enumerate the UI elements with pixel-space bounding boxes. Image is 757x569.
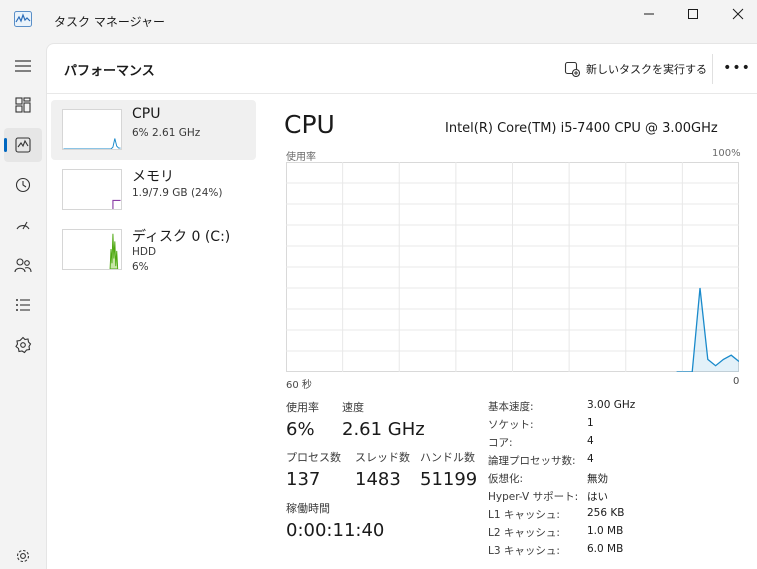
close-icon xyxy=(732,8,744,20)
spec-value: 6.0 MB xyxy=(587,543,624,555)
performance-icon xyxy=(15,137,31,153)
more-options-button[interactable]: ••• xyxy=(723,56,751,80)
gear-icon xyxy=(16,549,30,563)
spec-value: 3.00 GHz xyxy=(587,399,636,411)
run-new-task-label: 新しいタスクを実行する xyxy=(586,63,707,76)
resource-name: メモリ xyxy=(132,169,174,185)
handles-value: 51199 xyxy=(420,469,478,490)
maximize-button[interactable] xyxy=(670,0,716,28)
nav-startup[interactable] xyxy=(4,208,42,242)
app-history-icon xyxy=(15,177,31,193)
main-panel: パフォーマンス 新しいタスクを実行する ••• CPU 6% 2.61 GHz … xyxy=(46,43,757,569)
minimize-icon xyxy=(644,13,654,15)
spec-label: コア: xyxy=(488,437,513,449)
uptime-value: 0:00:11:40 xyxy=(286,520,385,541)
page-title: パフォーマンス xyxy=(64,64,155,79)
resource-item-disk[interactable]: ディスク 0 (C:) HDD 6% xyxy=(51,220,256,280)
resource-name: CPU xyxy=(132,106,161,122)
spec-value: 4 xyxy=(587,453,594,465)
navigation-rail xyxy=(0,43,46,569)
cpu-model: Intel(R) Core(TM) i5-7400 CPU @ 3.00GHz xyxy=(445,121,718,136)
memory-mini-graph xyxy=(62,169,122,210)
spec-value: 1.0 MB xyxy=(587,525,624,537)
spec-label: Hyper-V サポート: xyxy=(488,491,579,503)
speed-value: 2.61 GHz xyxy=(342,419,425,440)
hamburger-menu-button[interactable] xyxy=(4,49,42,83)
nav-app-history[interactable] xyxy=(4,168,42,202)
nav-performance[interactable] xyxy=(4,128,42,162)
window-title: タスク マネージャー xyxy=(54,15,165,29)
minimize-button[interactable] xyxy=(626,0,672,28)
resource-detail: 6% xyxy=(132,261,149,273)
threads-label: スレッド数 xyxy=(355,451,410,464)
spec-label: 仮想化: xyxy=(488,473,524,485)
selection-indicator xyxy=(4,138,7,152)
resource-item-memory[interactable]: メモリ 1.9/7.9 GB (24%) xyxy=(51,160,256,220)
resource-type: HDD xyxy=(132,246,157,258)
run-new-task-button[interactable]: 新しいタスクを実行する xyxy=(564,58,707,80)
settings-button[interactable] xyxy=(4,543,42,569)
close-button[interactable] xyxy=(715,0,757,28)
disk-mini-graph xyxy=(62,229,122,270)
utilization-value: 6% xyxy=(286,419,315,440)
spec-label: L1 キャッシュ: xyxy=(488,509,560,521)
spec-value: 無効 xyxy=(587,473,608,485)
spec-label: L3 キャッシュ: xyxy=(488,545,560,557)
processes-icon xyxy=(15,97,31,113)
graph-max-label: 100% xyxy=(712,148,741,159)
spec-label: 論理プロセッサ数: xyxy=(488,455,576,467)
more-options-icon: ••• xyxy=(723,60,751,76)
handles-label: ハンドル数 xyxy=(420,451,475,464)
users-icon xyxy=(14,258,32,273)
header-divider xyxy=(712,54,713,84)
resource-detail: 6% 2.61 GHz xyxy=(132,127,201,139)
nav-users[interactable] xyxy=(4,248,42,282)
threads-value: 1483 xyxy=(355,469,401,490)
spec-value: 1 xyxy=(587,417,594,429)
processes-value: 137 xyxy=(286,469,321,490)
maximize-icon xyxy=(688,9,698,19)
details-icon xyxy=(16,299,30,311)
utilization-label: 使用率 xyxy=(286,401,319,414)
graph-time-start-label: 60 秒 xyxy=(286,380,312,391)
page-header: パフォーマンス 新しいタスクを実行する ••• xyxy=(47,44,757,94)
processes-label: プロセス数 xyxy=(286,451,341,464)
speed-label: 速度 xyxy=(342,401,364,414)
nav-processes[interactable] xyxy=(4,88,42,122)
spec-label: 基本速度: xyxy=(488,401,534,413)
spec-value: 256 KB xyxy=(587,507,625,519)
services-icon xyxy=(15,336,32,354)
startup-icon xyxy=(16,221,30,230)
resource-name: ディスク 0 (C:) xyxy=(132,229,231,245)
detail-title: CPU xyxy=(284,110,335,139)
new-task-icon xyxy=(564,61,580,77)
spec-label: ソケット: xyxy=(488,419,534,431)
menu-icon xyxy=(15,60,31,72)
cpu-utilization-graph xyxy=(286,162,739,372)
graph-time-end-label: 0 xyxy=(733,376,740,387)
title-bar: タスク マネージャー xyxy=(0,0,757,43)
spec-value: はい xyxy=(587,491,608,503)
uptime-label: 稼働時間 xyxy=(286,502,330,515)
task-manager-app-icon xyxy=(14,11,32,27)
cpu-mini-graph xyxy=(62,109,122,150)
spec-value: 4 xyxy=(587,435,594,447)
spec-label: L2 キャッシュ: xyxy=(488,527,560,539)
resource-item-cpu[interactable]: CPU 6% 2.61 GHz xyxy=(51,100,256,160)
graph-y-label: 使用率 xyxy=(286,152,316,163)
nav-details[interactable] xyxy=(4,288,42,322)
resource-detail: 1.9/7.9 GB (24%) xyxy=(132,187,223,199)
nav-services[interactable] xyxy=(4,328,42,362)
